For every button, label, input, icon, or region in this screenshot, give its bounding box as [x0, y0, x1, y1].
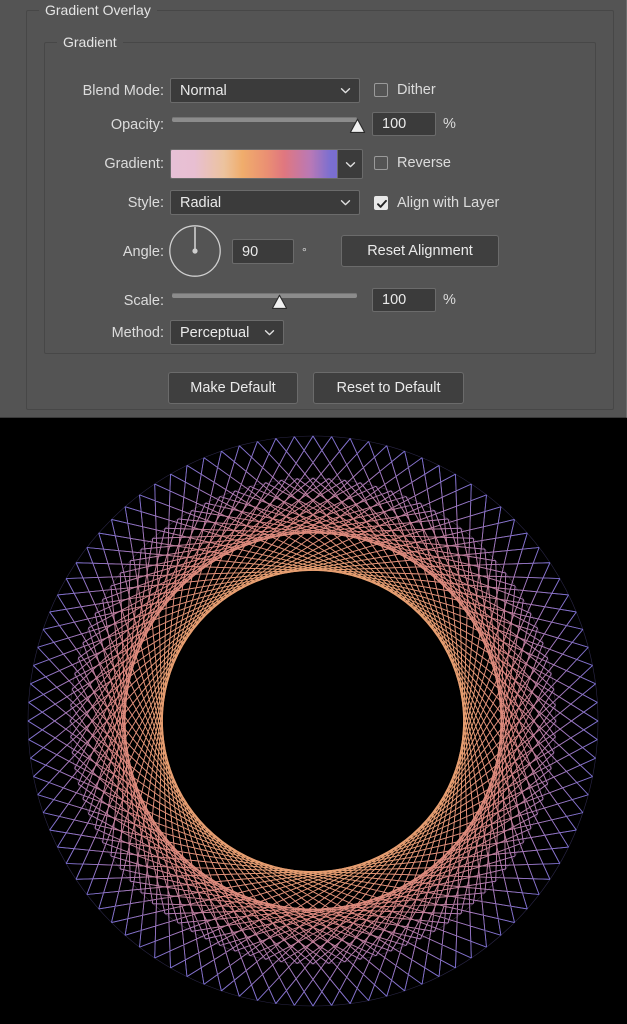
blend-mode-select[interactable]: Normal — [170, 78, 360, 103]
opacity-input[interactable]: 100 — [372, 112, 436, 136]
angle-value: 90 — [242, 243, 259, 260]
angle-label: Angle: — [122, 244, 164, 260]
angle-unit: ° — [302, 245, 307, 259]
opacity-value: 100 — [382, 116, 407, 132]
angle-input[interactable]: 90 — [232, 239, 294, 264]
reverse-label: Reverse — [397, 155, 451, 171]
align-with-layer-label: Align with Layer — [397, 195, 500, 211]
scale-unit: % — [443, 292, 456, 308]
gradient-overlay-preview-canvas — [0, 418, 627, 1024]
scale-label: Scale: — [123, 293, 164, 309]
scale-value: 100 — [382, 292, 407, 308]
chevron-down-icon — [340, 197, 351, 208]
dither-label: Dither — [397, 82, 436, 98]
style-value: Radial — [180, 194, 222, 211]
opacity-slider[interactable] — [172, 114, 366, 136]
reverse-checkbox-row[interactable]: Reverse — [374, 152, 451, 174]
scale-input[interactable]: 100 — [372, 288, 436, 312]
method-label: Method: — [111, 325, 164, 341]
make-default-label: Make Default — [190, 380, 276, 396]
dither-checkbox[interactable] — [374, 83, 388, 97]
method-select[interactable]: Perceptual — [170, 320, 284, 345]
style-label: Style: — [127, 195, 164, 211]
style-select[interactable]: Radial — [170, 190, 360, 215]
gradient-overlay-title: Gradient Overlay — [39, 2, 157, 18]
align-with-layer-checkbox[interactable] — [374, 196, 388, 210]
method-value: Perceptual — [180, 324, 250, 341]
reverse-checkbox[interactable] — [374, 156, 388, 170]
gradient-picker[interactable] — [170, 149, 363, 179]
reset-alignment-button[interactable]: Reset Alignment — [341, 235, 499, 267]
dither-checkbox-row[interactable]: Dither — [374, 79, 436, 101]
spirograph-artwork — [27, 435, 599, 1007]
scale-slider-track[interactable] — [172, 293, 357, 298]
angle-dial-icon — [169, 225, 221, 277]
blend-mode-label: Blend Mode: — [82, 83, 164, 99]
gradient-swatch[interactable] — [171, 150, 337, 178]
opacity-unit: % — [443, 116, 456, 132]
angle-dial[interactable] — [168, 224, 222, 278]
chevron-down-icon — [264, 327, 275, 338]
scale-slider[interactable] — [172, 290, 357, 312]
gradient-overlay-panel: Gradient Overlay Gradient Blend Mode: No… — [0, 0, 627, 418]
gradient-group-title: Gradient — [57, 34, 123, 50]
reset-alignment-label: Reset Alignment — [367, 243, 473, 259]
opacity-slider-track[interactable] — [172, 117, 357, 122]
scale-slider-thumb[interactable] — [271, 294, 288, 310]
chevron-down-icon — [340, 85, 351, 96]
align-with-layer-checkbox-row[interactable]: Align with Layer — [374, 192, 499, 214]
blend-mode-value: Normal — [180, 82, 227, 99]
opacity-label: Opacity: — [110, 117, 164, 133]
reset-to-default-button[interactable]: Reset to Default — [313, 372, 464, 404]
make-default-button[interactable]: Make Default — [168, 372, 298, 404]
gradient-label: Gradient: — [104, 156, 164, 172]
reset-to-default-label: Reset to Default — [336, 380, 441, 396]
gradient-chevron-down-icon[interactable] — [337, 150, 362, 178]
opacity-slider-thumb[interactable] — [349, 118, 366, 134]
